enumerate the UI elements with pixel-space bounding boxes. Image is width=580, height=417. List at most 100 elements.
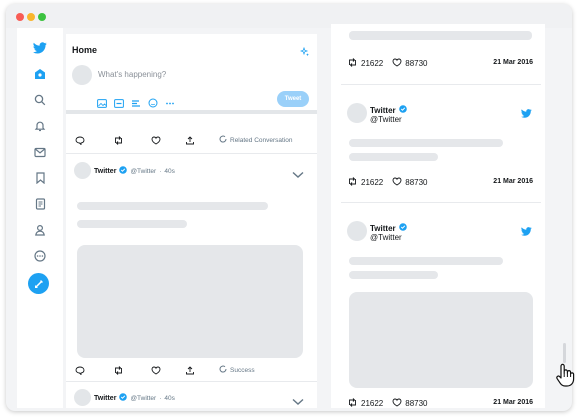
bell-icon[interactable] <box>29 116 51 136</box>
author-handle: @Twitter <box>130 167 157 175</box>
skeleton-line <box>77 202 268 210</box>
related-conversation-label: Related Conversation <box>230 136 293 144</box>
card-author: Twitter <box>370 223 407 233</box>
loading-icon <box>219 365 227 375</box>
like-icon[interactable] <box>392 177 402 188</box>
sparkle-icon[interactable] <box>299 44 310 62</box>
avatar <box>347 221 367 241</box>
retweet-count: 21622 <box>361 178 384 187</box>
divider <box>341 202 541 203</box>
like-icon[interactable] <box>151 136 161 145</box>
tweet-detail-panel: 21622 88730 21 Mar 2016 Twitter @Twitter… <box>331 24 545 408</box>
share-icon[interactable] <box>185 365 195 375</box>
verified-icon <box>398 105 407 115</box>
retweet-count: 21622 <box>361 59 384 68</box>
status-indicator: Success <box>219 365 255 375</box>
tweet-actions: Success <box>66 363 317 377</box>
more-icon[interactable] <box>29 246 51 266</box>
skeleton-image <box>77 245 303 358</box>
author-name: Twitter <box>370 105 396 115</box>
compose-tweet-button[interactable] <box>28 273 49 294</box>
like-icon[interactable] <box>151 366 161 375</box>
minimize-window-button[interactable] <box>27 13 35 21</box>
author-name: Twitter <box>94 167 117 175</box>
verified-icon <box>119 393 128 403</box>
bookmark-icon[interactable] <box>29 168 51 188</box>
twitter-bird-icon[interactable] <box>29 38 51 58</box>
tweet-actions: Related Conversation <box>66 133 317 147</box>
like-count: 88730 <box>405 178 428 187</box>
list-icon[interactable] <box>29 194 51 214</box>
home-timeline: Home What's happening? Tweet Related Con… <box>66 34 317 408</box>
sidebar-nav <box>17 28 63 408</box>
skeleton-image <box>349 292 533 388</box>
divider <box>341 84 541 85</box>
twitter-bird-icon <box>521 105 532 123</box>
like-count: 88730 <box>405 399 428 408</box>
divider <box>66 153 317 154</box>
loading-icon <box>219 135 227 145</box>
tweet-stats: 21622 88730 <box>347 177 428 188</box>
like-icon[interactable] <box>392 58 402 69</box>
tweet-date: 21 Mar 2016 <box>493 178 533 185</box>
like-icon[interactable] <box>392 398 402 408</box>
status-label: Success <box>230 366 255 374</box>
tweet-stats: 21622 88730 <box>347 398 428 408</box>
reply-icon[interactable] <box>75 136 85 145</box>
hand-cursor-icon <box>554 362 576 393</box>
chevron-down-icon[interactable] <box>292 393 304 408</box>
compose-input[interactable]: What's happening? <box>98 70 166 79</box>
retweet-count: 21622 <box>361 399 384 408</box>
verified-icon <box>119 166 128 176</box>
twitter-bird-icon <box>521 223 532 241</box>
home-icon[interactable] <box>29 64 51 84</box>
author-handle: @Twitter <box>370 233 402 242</box>
avatar <box>74 389 91 406</box>
skeleton-line <box>349 271 438 279</box>
tweet-header: Twitter @Twitter · 40s <box>94 393 175 403</box>
meta-separator: · <box>159 394 162 402</box>
skeleton-line <box>77 220 187 228</box>
divider <box>66 110 317 114</box>
timeline-header: Home <box>66 34 317 64</box>
tweet-time: 40s <box>164 167 175 175</box>
reply-icon[interactable] <box>75 366 85 375</box>
tweet-date: 21 Mar 2016 <box>493 399 533 406</box>
divider <box>66 381 317 382</box>
tweet-button[interactable]: Tweet <box>277 91 309 107</box>
retweet-icon[interactable] <box>113 365 124 375</box>
tweet-stats: 21622 88730 <box>347 58 428 69</box>
compose-box: What's happening? Tweet <box>66 62 317 114</box>
avatar <box>74 162 91 179</box>
search-icon[interactable] <box>29 90 51 110</box>
tweet-header: Twitter @Twitter · 40s <box>94 166 175 176</box>
mail-icon[interactable] <box>29 142 51 162</box>
skeleton-image <box>349 31 532 40</box>
chevron-down-icon[interactable] <box>292 166 304 184</box>
author-handle: @Twitter <box>130 394 157 402</box>
author-handle: @Twitter <box>370 115 402 124</box>
tweet-time: 40s <box>164 394 175 402</box>
avatar <box>347 103 367 123</box>
card-author: Twitter <box>370 105 407 115</box>
related-conversation-link[interactable]: Related Conversation <box>219 135 293 145</box>
author-name: Twitter <box>370 223 396 233</box>
retweet-icon[interactable] <box>347 398 358 408</box>
skeleton-line <box>349 139 503 147</box>
retweet-icon[interactable] <box>347 58 358 69</box>
share-icon[interactable] <box>185 135 195 145</box>
like-count: 88730 <box>405 59 428 68</box>
avatar <box>72 65 92 85</box>
close-window-button[interactable] <box>16 13 24 21</box>
profile-icon[interactable] <box>29 220 51 240</box>
meta-separator: · <box>159 167 162 175</box>
verified-icon <box>398 223 407 233</box>
scrollbar-thumb[interactable] <box>563 343 566 363</box>
page-title: Home <box>72 45 98 55</box>
skeleton-line <box>349 153 438 161</box>
maximize-window-button[interactable] <box>38 13 46 21</box>
compose-icon <box>34 279 44 289</box>
retweet-icon[interactable] <box>113 135 124 145</box>
tweet-date: 21 Mar 2016 <box>493 59 533 66</box>
retweet-icon[interactable] <box>347 177 358 188</box>
